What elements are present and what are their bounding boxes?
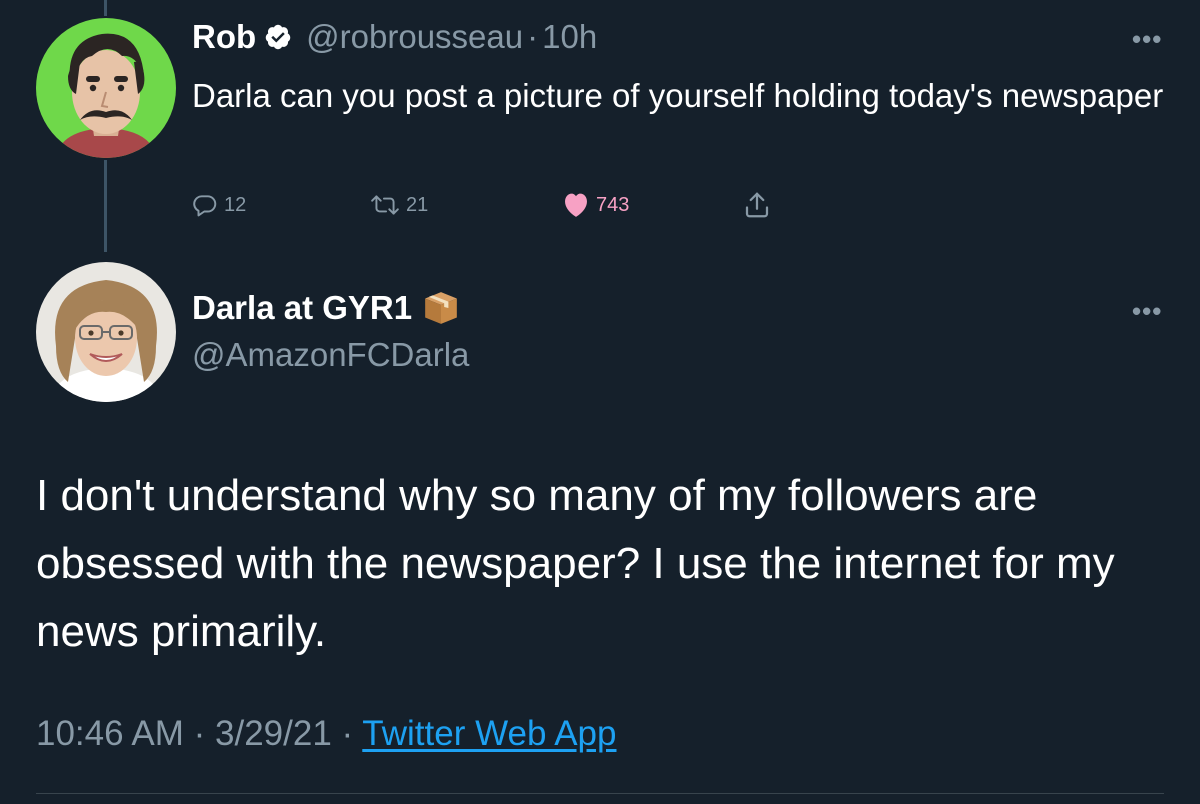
avatar-darla[interactable] xyxy=(36,262,176,402)
tweet-author-name-row: Darla at GYR1 xyxy=(192,286,460,330)
package-emoji-icon xyxy=(422,289,460,327)
separator: · xyxy=(527,18,539,55)
reply-button[interactable]: 12 xyxy=(192,192,246,218)
avatar-rob[interactable] xyxy=(36,18,176,158)
handle[interactable]: @robrousseau xyxy=(306,18,523,56)
display-name[interactable]: Rob xyxy=(192,18,256,56)
thread-line-top xyxy=(104,0,107,16)
reply-count: 12 xyxy=(224,193,247,216)
reply-to-header: Rob @robrousseau · 10h xyxy=(192,16,597,58)
tweet-metadata: 10:46 AM · 3/29/21 · Twitter Web App xyxy=(36,714,616,754)
retweet-button[interactable]: 21 xyxy=(370,192,428,218)
more-horizontal-icon[interactable]: ••• xyxy=(1132,298,1162,324)
retweet-icon xyxy=(370,192,400,218)
share-button[interactable] xyxy=(742,190,772,220)
more-horizontal-icon[interactable]: ••• xyxy=(1132,26,1162,52)
source-link[interactable]: Twitter Web App xyxy=(362,714,616,753)
reply-to-text: Darla can you post a picture of yourself… xyxy=(192,77,1164,114)
tweet-date[interactable]: 3/29/21 xyxy=(215,714,332,753)
tweet-time[interactable]: 10:46 AM xyxy=(36,714,184,753)
thread-line-bottom xyxy=(104,160,107,252)
reply-icon xyxy=(192,192,218,218)
share-icon xyxy=(742,190,772,220)
tweet-text: I don't understand why so many of my fol… xyxy=(36,471,1115,656)
like-count: 743 xyxy=(596,193,630,216)
tweet-handle-row: @AmazonFCDarla xyxy=(192,334,469,376)
separator: · xyxy=(193,714,206,753)
separator: · xyxy=(341,714,354,753)
divider xyxy=(36,793,1164,794)
verified-badge-icon xyxy=(264,23,292,51)
retweet-count: 21 xyxy=(406,193,429,216)
heart-filled-icon xyxy=(562,192,590,218)
display-name[interactable]: Darla at GYR1 xyxy=(192,289,412,327)
timestamp[interactable]: 10h xyxy=(542,18,597,56)
handle[interactable]: @AmazonFCDarla xyxy=(192,336,469,374)
like-button[interactable]: 743 xyxy=(562,192,629,218)
